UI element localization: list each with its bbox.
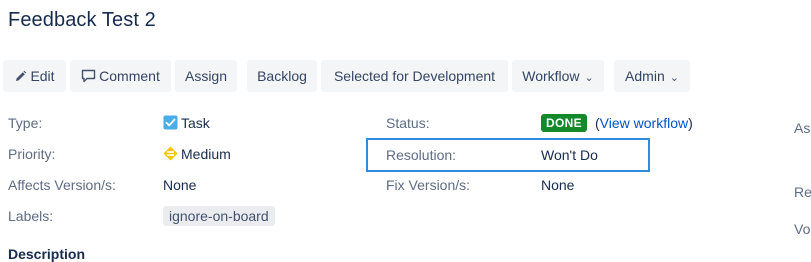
selected-for-development-button-label: Selected for Development xyxy=(333,68,496,84)
priority-label: Priority: xyxy=(8,146,56,162)
type-label: Type: xyxy=(8,115,43,131)
edit-button[interactable]: Edit xyxy=(3,60,66,92)
task-checkbox-icon xyxy=(163,115,178,133)
status-badge: DONE xyxy=(541,114,587,132)
view-workflow: (View workflow) xyxy=(595,115,693,131)
description-heading: Description xyxy=(8,246,86,262)
selected-for-development-button[interactable]: Selected for Development xyxy=(321,60,508,92)
affects-version-value: None xyxy=(163,177,197,193)
backlog-button-label: Backlog xyxy=(257,68,307,84)
type-value-text: Task xyxy=(181,115,210,131)
resolution-value: Won't Do xyxy=(541,147,598,163)
label-tag[interactable]: ignore-on-board xyxy=(163,206,275,226)
chevron-down-icon: ⌄ xyxy=(584,72,594,84)
assign-button[interactable]: Assign xyxy=(175,60,237,92)
admin-dropdown[interactable]: Admin ⌄ xyxy=(614,60,690,92)
priority-value-text: Medium xyxy=(181,146,231,162)
view-workflow-link[interactable]: View workflow xyxy=(600,115,688,131)
right-panel-label-2: Re xyxy=(794,184,811,200)
chevron-down-icon: ⌄ xyxy=(669,72,679,84)
comment-button-label: Comment xyxy=(99,68,160,84)
status-label: Status: xyxy=(386,115,430,131)
fix-version-value: None xyxy=(541,177,575,193)
fix-version-label: Fix Version/s: xyxy=(386,177,471,193)
priority-value: Medium xyxy=(163,146,231,164)
right-panel-label-1: As xyxy=(794,120,811,136)
workflow-dropdown-label: Workflow xyxy=(522,68,580,84)
assign-button-label: Assign xyxy=(184,68,228,84)
view-workflow-close-paren: ) xyxy=(688,115,693,131)
backlog-button[interactable]: Backlog xyxy=(247,60,317,92)
edit-button-label: Edit xyxy=(30,68,55,84)
type-value: Task xyxy=(163,115,210,133)
resolution-label: Resolution: xyxy=(386,147,457,163)
pencil-icon xyxy=(14,62,27,94)
priority-medium-icon xyxy=(163,146,178,164)
workflow-dropdown[interactable]: Workflow ⌄ xyxy=(512,60,604,92)
comment-button[interactable]: Comment xyxy=(70,60,171,92)
admin-dropdown-label: Admin xyxy=(625,68,665,84)
affects-version-label: Affects Version/s: xyxy=(8,177,116,193)
comment-icon xyxy=(81,62,96,94)
right-panel-label-3: Vo xyxy=(794,221,811,237)
issue-title: Feedback Test 2 xyxy=(8,9,156,31)
labels-label: Labels: xyxy=(8,208,54,224)
